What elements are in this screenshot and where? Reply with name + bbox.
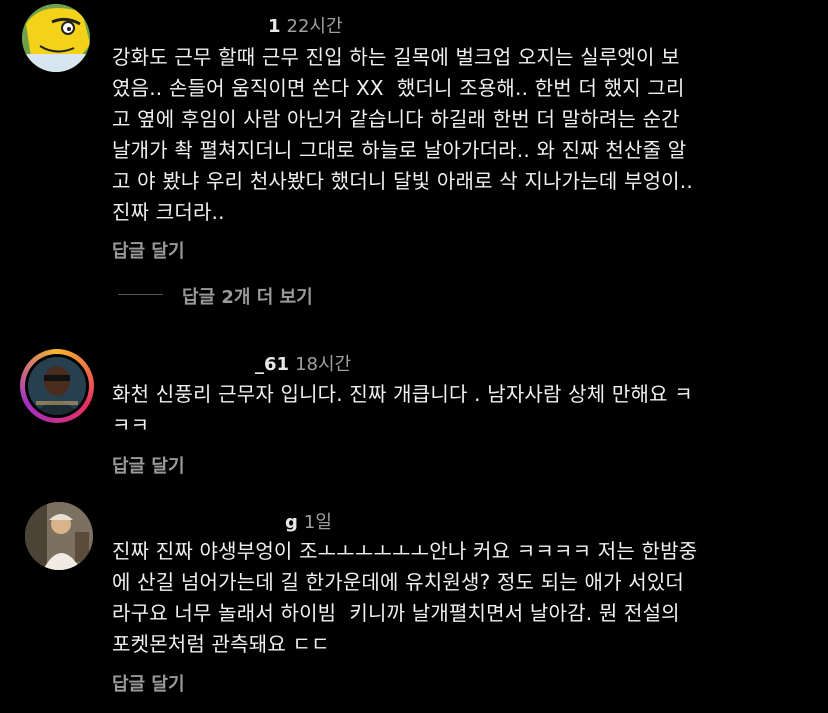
comment-username[interactable]: _61 bbox=[255, 354, 289, 375]
comment-text: 강화도 근무 할때 근무 진입 하는 길목에 벌크업 오지는 실루엣이 보 였음… bbox=[112, 45, 693, 224]
commenter-avatar-story-ring[interactable] bbox=[20, 349, 94, 423]
comment-username[interactable]: g bbox=[285, 512, 298, 533]
commenter-avatar[interactable] bbox=[25, 502, 93, 570]
photo-avatar-icon bbox=[25, 502, 93, 570]
comment-time: 18시간 bbox=[295, 354, 352, 375]
comment-meta: _61 18시간 bbox=[255, 350, 351, 376]
view-more-divider bbox=[118, 294, 163, 295]
reply-button[interactable]: 답글 달기 bbox=[112, 237, 185, 263]
comment-text: 화천 신풍리 근무자 입니다. 진짜 개큽니다 . 남자사람 상체 만해요 ㅋ … bbox=[112, 382, 693, 437]
cartoon-avatar-icon bbox=[22, 4, 90, 72]
comment-username[interactable]: 1 bbox=[268, 16, 281, 37]
comment-time: 1일 bbox=[303, 512, 332, 533]
commenter-avatar[interactable] bbox=[22, 4, 90, 72]
comment-meta: g 1일 bbox=[285, 508, 332, 534]
comment-text: 진짜 진짜 야생부엉이 조ㅗㅗㅗㅗㅗㅗ안나 커요 ㅋㅋㅋㅋ 저는 한밤중 에 산… bbox=[112, 539, 698, 656]
portrait-avatar-icon bbox=[28, 357, 86, 415]
comment-time: 22시간 bbox=[286, 16, 343, 37]
reply-button[interactable]: 답글 달기 bbox=[112, 452, 185, 478]
reply-button[interactable]: 답글 달기 bbox=[112, 670, 185, 696]
view-more-replies-button[interactable]: 답글 2개 더 보기 bbox=[182, 283, 313, 309]
comment-meta: 1 22시간 bbox=[268, 12, 343, 38]
